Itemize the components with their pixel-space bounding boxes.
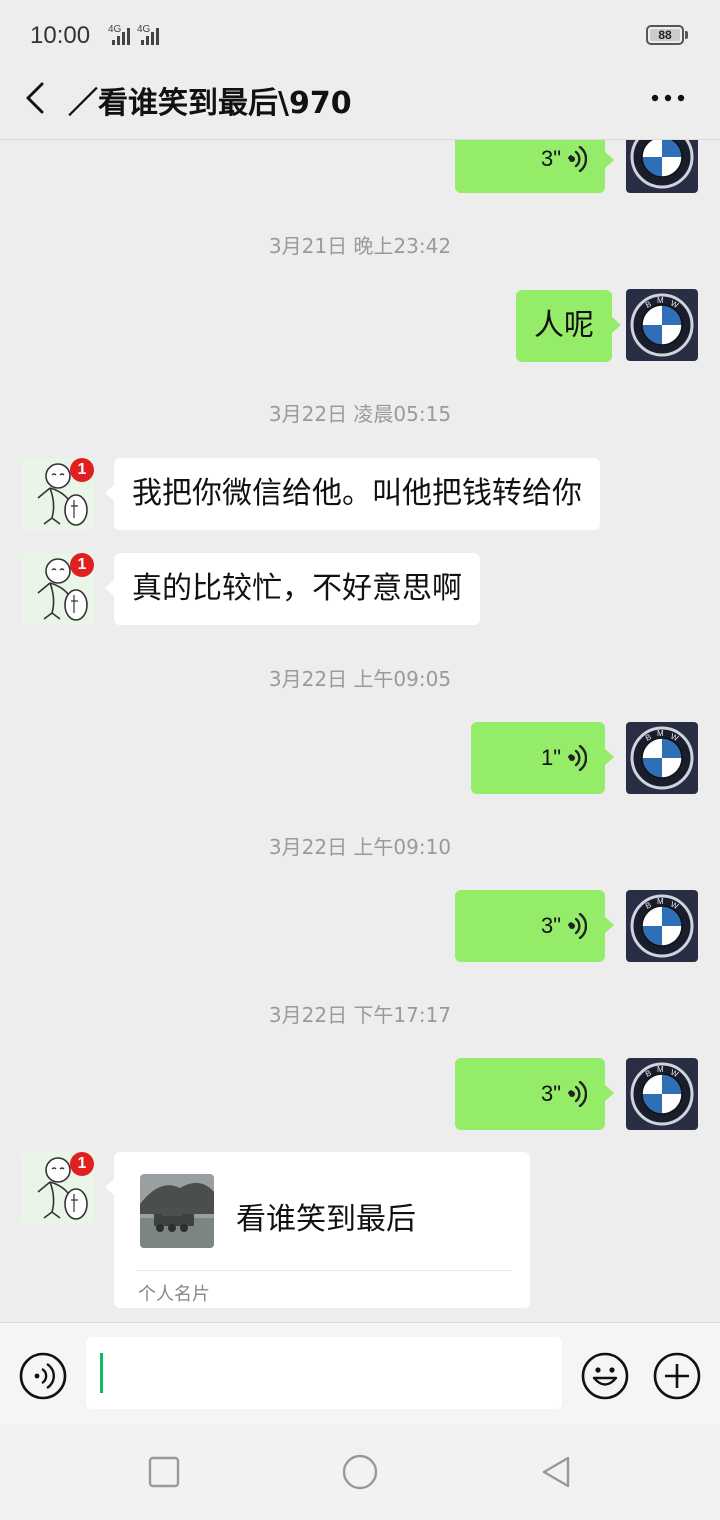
avatar-self[interactable] (626, 722, 698, 794)
voice-duration: 1" (540, 745, 561, 770)
card-divider (136, 1270, 512, 1271)
bubble-tail (604, 916, 614, 934)
message-text: 真的比较忙，不好意思啊 (132, 571, 462, 606)
message-input[interactable] (86, 1337, 562, 1409)
signal-icon (112, 28, 130, 45)
card-thumbnail (140, 1174, 214, 1248)
voice-message[interactable]: 1" (471, 722, 614, 794)
unread-badge: 1 (70, 1152, 94, 1176)
more-dots-icon[interactable] (648, 86, 688, 110)
text-message[interactable]: 真的比较忙，不好意思啊 (105, 553, 480, 625)
system-nav-bar (0, 1424, 720, 1520)
timestamp: 3月21日 晚上23:42 (268, 234, 452, 258)
bmw-logo-icon (630, 293, 694, 357)
tank-image-icon (140, 1174, 214, 1248)
timestamp: 3月22日 上午09:05 (268, 667, 452, 691)
battery-icon: 88 (646, 25, 684, 45)
bubble-tail (611, 316, 621, 334)
battery-level: 88 (650, 29, 680, 42)
status-bar: 10:00 4G 4G 88 (0, 0, 720, 70)
battery-tip (685, 31, 688, 39)
bubble-tail (604, 1084, 614, 1102)
timestamp: 3月22日 上午09:10 (268, 835, 452, 859)
bubble-tail (105, 484, 115, 502)
voice-duration: 3" (540, 913, 561, 938)
bubble-tail (604, 151, 614, 169)
message-text: 人呢 (534, 308, 594, 343)
avatar-self[interactable] (626, 890, 698, 962)
signal-icon-2 (141, 28, 159, 45)
clock: 10:00 (30, 22, 91, 49)
bubble-tail (105, 1178, 115, 1196)
voice-wave-icon (567, 146, 587, 172)
unread-badge: 1 (70, 458, 94, 482)
chat-title: ／看谁笑到最后\970 (68, 86, 352, 121)
voice-message[interactable]: 3" (455, 1058, 614, 1130)
contact-card-message[interactable]: 看谁笑到最后 个人名片 (105, 1152, 530, 1308)
voice-duration: 3" (540, 1081, 561, 1106)
voice-duration: 3" (540, 146, 561, 171)
avatar-self[interactable] (626, 289, 698, 361)
message-text: 我把你微信给他。叫他把钱转给你 (132, 476, 582, 511)
timestamp: 3月22日 下午17:17 (268, 1003, 452, 1027)
emoji-icon[interactable] (580, 1351, 630, 1401)
bmw-logo-icon (630, 1062, 694, 1126)
voice-wave-icon (567, 913, 587, 939)
input-bar (0, 1322, 720, 1425)
bubble-tail (105, 579, 115, 597)
back-nav-icon[interactable] (538, 1454, 574, 1490)
voice-mode-icon[interactable] (18, 1351, 68, 1401)
timestamp: 3月22日 凌晨05:15 (268, 402, 452, 426)
avatar-self[interactable] (626, 1058, 698, 1130)
bmw-logo-icon (630, 726, 694, 790)
card-type-label: 个人名片 (138, 1284, 210, 1305)
voice-message[interactable]: 3" (455, 890, 614, 962)
chevron-left-icon[interactable] (20, 78, 52, 118)
voice-wave-icon (567, 1081, 587, 1107)
recent-apps-icon[interactable] (146, 1454, 182, 1490)
bmw-logo-icon (630, 894, 694, 958)
text-message[interactable]: 我把你微信给他。叫他把钱转给你 (105, 458, 600, 530)
plus-icon[interactable] (652, 1351, 702, 1401)
voice-wave-icon (567, 745, 587, 771)
card-contact-name: 看谁笑到最后 (236, 1202, 416, 1237)
home-icon[interactable] (342, 1454, 378, 1490)
chat-header-front: ／看谁笑到最后\970 (0, 64, 720, 138)
text-caret (100, 1353, 103, 1393)
unread-badge: 1 (70, 553, 94, 577)
bubble-tail (604, 748, 614, 766)
text-message[interactable]: 人呢 (516, 290, 621, 362)
